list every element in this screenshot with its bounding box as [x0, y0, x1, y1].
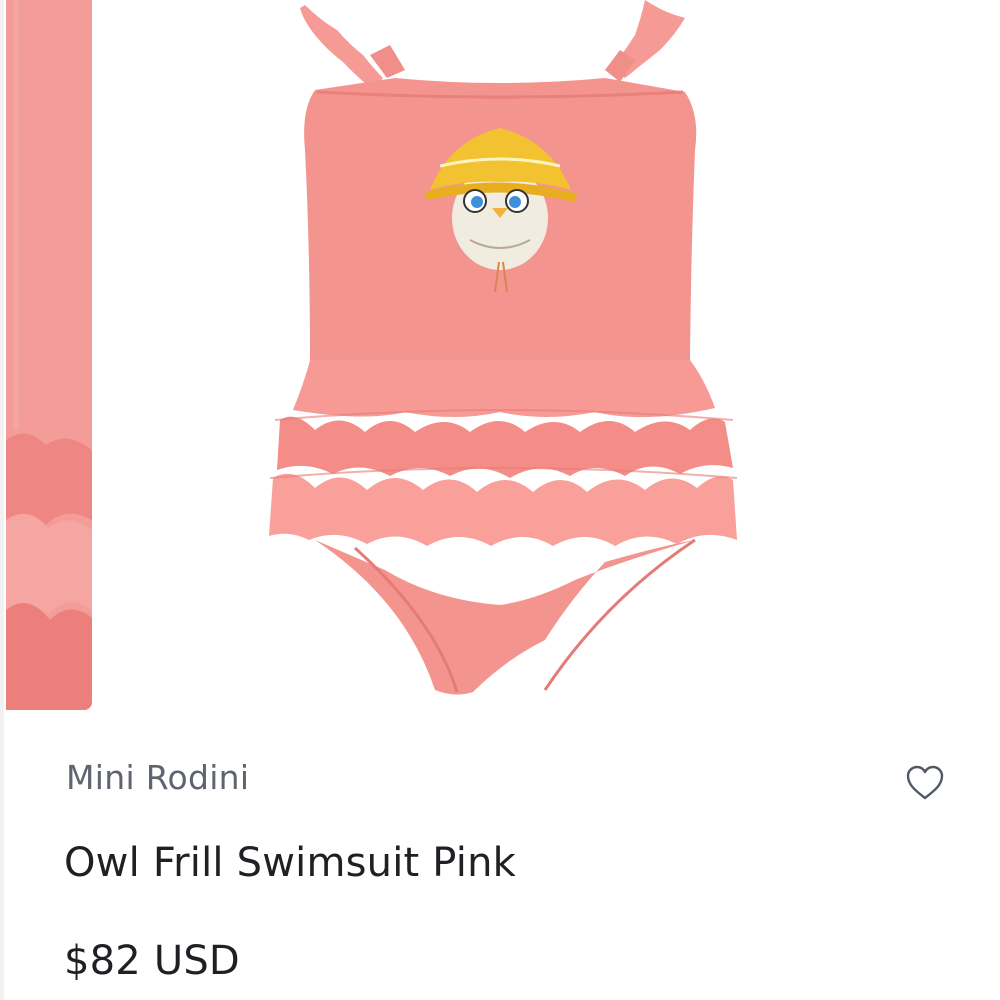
product-title: Owl Frill Swimsuit Pink [64, 840, 516, 886]
product-price: $82 USD [64, 938, 240, 984]
brand-name[interactable]: Mini Rodini [66, 758, 249, 797]
main-product-image[interactable] [105, 0, 1000, 712]
product-page: Mini Rodini Owl Frill Swimsuit Pink $82 … [0, 0, 1000, 1000]
previous-image-swimsuit-detail [6, 0, 92, 710]
favorite-button[interactable] [900, 758, 950, 808]
previous-product-image[interactable] [6, 0, 92, 710]
heart-outline-icon [906, 765, 944, 800]
image-gallery[interactable] [0, 0, 1000, 712]
swimsuit-illustration [269, 0, 738, 695]
